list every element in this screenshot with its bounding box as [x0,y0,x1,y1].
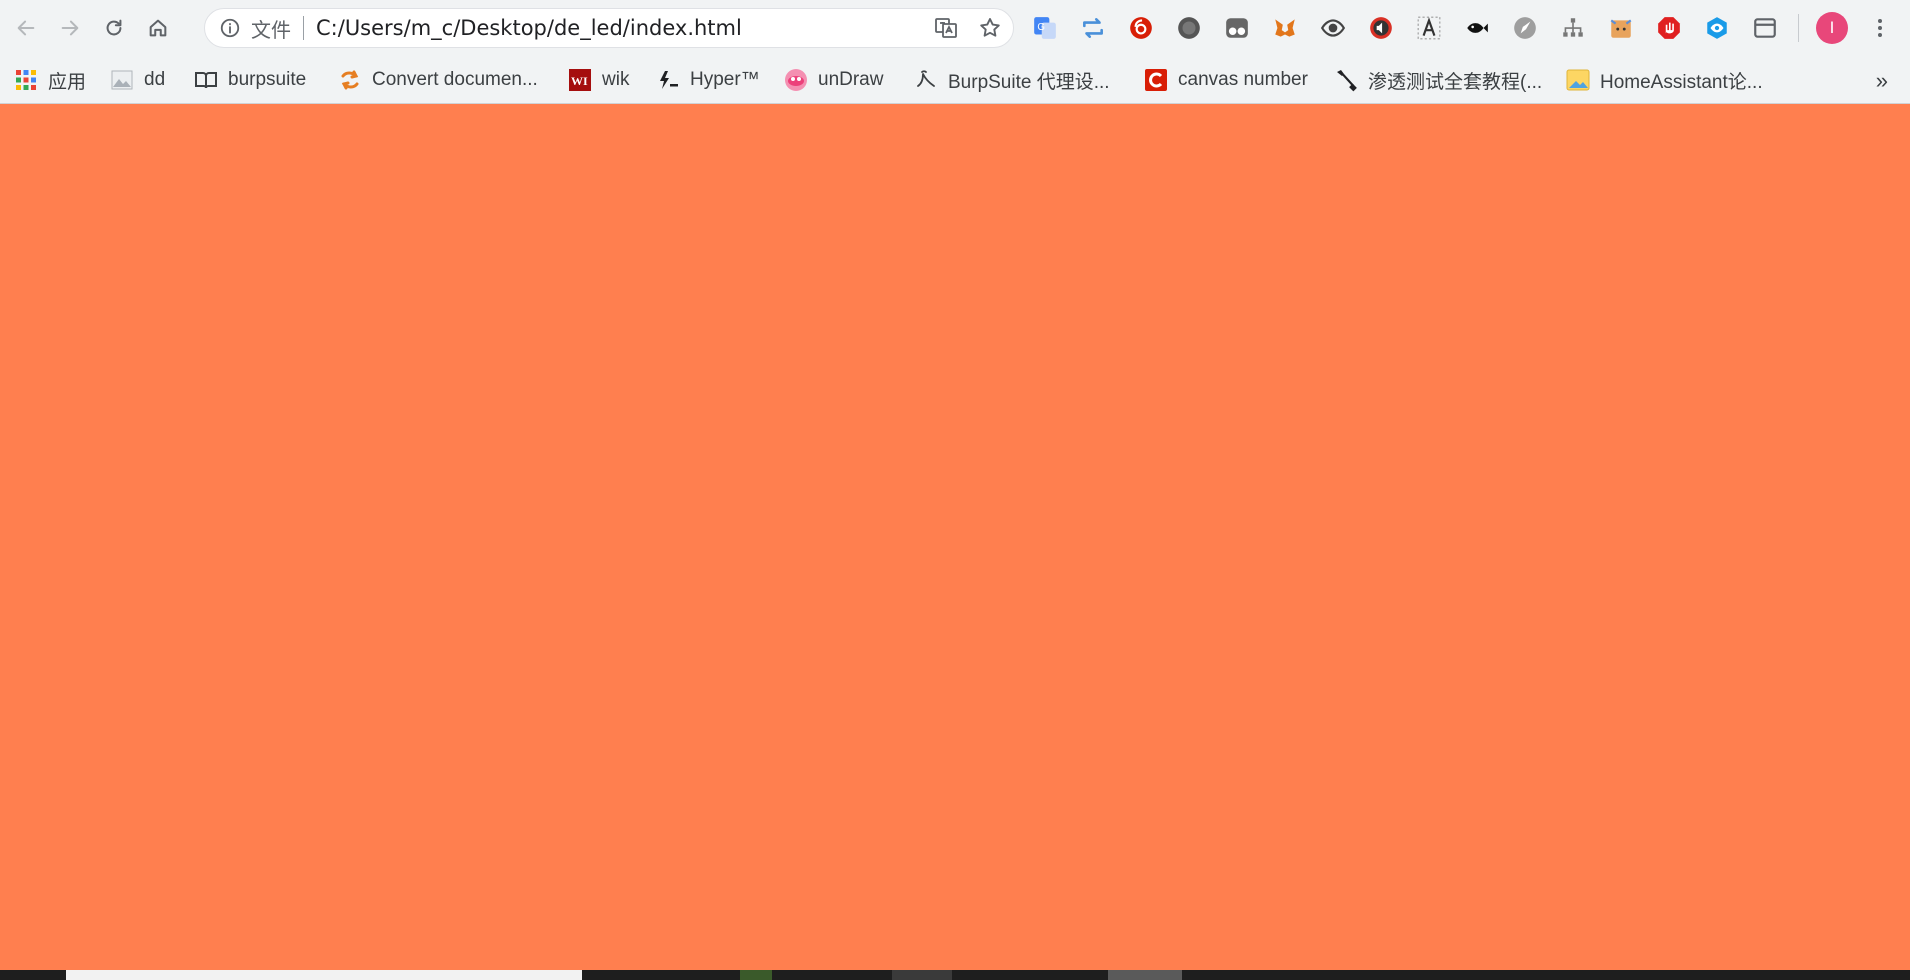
bookmark-undraw[interactable]: unDraw [784,64,883,96]
home-icon [149,19,167,37]
bookmark-hyper[interactable]: Hyper™ [656,64,760,96]
chrome-menu-button[interactable] [1866,12,1894,44]
taskbar-search-box[interactable] [66,970,582,980]
translate-page-icon[interactable] [933,15,959,41]
more-vert-icon [1878,19,1882,37]
home-button[interactable] [140,10,176,46]
hyper-icon [656,68,680,92]
bookmark-label: HomeAssistant论... [1600,71,1763,93]
scheme-label: 文件 [251,19,291,42]
repost-ext-icon[interactable] [1076,11,1110,45]
bookmark-label: unDraw [818,69,884,90]
bookmark-dd[interactable]: dd [110,64,165,96]
info-icon[interactable] [219,17,241,39]
bookmark-homeassistant[interactable]: HomeAssistant论... [1566,64,1763,96]
tampermonkey-ext-icon[interactable] [1220,11,1254,45]
bookmark-canvas-number[interactable]: canvas number [1144,64,1308,96]
bookmarks-bar: 应用 dd burpsuite Convert documen... WI wi… [0,56,1910,104]
google-translate-ext-icon[interactable]: G [1028,11,1062,45]
pen-ext-icon[interactable] [1508,11,1542,45]
wiki-icon: WI [568,68,592,92]
book-icon [194,68,218,92]
bookmark-label: Convert documen... [372,69,538,90]
profile-avatar[interactable]: I [1816,12,1848,44]
bookmark-label: 应用 [48,71,87,93]
csdn-icon [1144,68,1168,92]
os-taskbar [0,970,1910,980]
address-bar[interactable]: 文件 C:/Users/m_c/Desktop/de_led/index.htm… [204,8,1014,48]
tree-ext-icon[interactable] [1556,11,1590,45]
bookmark-star-icon[interactable] [977,15,1003,41]
back-button[interactable] [8,10,44,46]
bookmark-label: canvas number [1178,69,1308,90]
svg-text:WI: WI [571,74,588,88]
taskbar-app[interactable] [892,970,952,980]
bookmark-convert[interactable]: Convert documen... [338,64,538,96]
bookmarks-overflow-button[interactable]: » [1876,68,1888,94]
adblock-ext-icon[interactable] [1652,11,1686,45]
bookmark-wik[interactable]: WI wik [568,64,629,96]
bookmark-label: burpsuite [228,69,307,90]
bookmark-pentest[interactable]: 渗透测试全套教程(... [1334,64,1542,96]
eye-blue-ext-icon[interactable] [1700,11,1734,45]
burp-icon [914,68,938,92]
taskbar-app[interactable] [1108,970,1182,980]
omnibox-separator [303,16,304,40]
url-text[interactable]: C:/Users/m_c/Desktop/de_led/index.html [316,16,742,40]
font-ext-icon[interactable] [1412,11,1446,45]
fish-ext-icon[interactable] [1460,11,1494,45]
bookmark-label: wik [602,69,630,90]
folder-icon [1566,68,1590,92]
page-content [0,104,1910,970]
netease-ext-icon[interactable] [1124,11,1158,45]
reload-button[interactable] [96,10,132,46]
eye-ext-icon[interactable] [1316,11,1350,45]
undraw-icon [784,68,808,92]
dark-circle-ext-icon[interactable] [1172,11,1206,45]
bookmark-label: BurpSuite 代理设... [948,71,1110,93]
image-icon [110,68,134,92]
bookmark-burpsuite-proxy[interactable]: BurpSuite 代理设... [914,64,1110,96]
taskbar-app[interactable] [740,970,772,980]
bookmark-label: dd [144,69,166,90]
extensions-area: G [1028,11,1782,45]
arrow-left-icon [17,20,35,36]
bookmark-label: Hyper™ [690,69,760,90]
tool-icon [1334,68,1358,92]
window-ext-icon[interactable] [1748,11,1782,45]
bookmark-burpsuite[interactable]: burpsuite [194,64,306,96]
svg-text:G: G [1037,22,1045,33]
apps-grid-icon [14,68,38,92]
metamask-ext-icon[interactable] [1268,11,1302,45]
reload-icon [106,19,122,36]
forward-button[interactable] [52,10,88,46]
convert-icon [338,68,362,92]
browser-toolbar: 文件 C:/Users/m_c/Desktop/de_led/index.htm… [0,0,1910,56]
bookmark-label: 渗透测试全套教程(... [1368,71,1543,93]
audio-ext-icon[interactable] [1364,11,1398,45]
toolbar-divider [1798,14,1799,42]
bookmark-apps[interactable]: 应用 [14,64,86,96]
cat-ext-icon[interactable] [1604,11,1638,45]
arrow-right-icon [61,20,79,36]
